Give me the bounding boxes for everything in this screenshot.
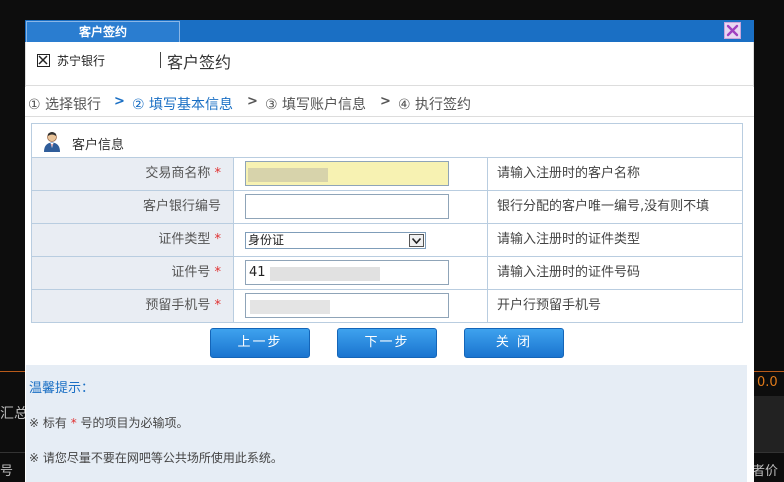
step-execute-sign: ④ 执行签约 [398, 97, 472, 113]
background-label: 汇总 [0, 406, 28, 422]
divider [25, 85, 754, 86]
background-label: 者价差 [752, 464, 779, 479]
notice-line-required: ※ 标有 * 号的项目为必输项。 [29, 416, 189, 430]
field-hint: 银行分配的客户唯一编号,没有则不填 [497, 199, 710, 214]
redacted-value [248, 168, 328, 182]
customer-sign-dialog: 客户签约 苏宁银行 客户签约 ① 选择银行 > ② 填写基本信息 > ③ 填写账… [25, 20, 754, 482]
chevron-right-icon: > [247, 94, 258, 109]
field-cell [235, 158, 488, 190]
section-title: 客户信息 [72, 138, 125, 153]
section-header: 客户信息 [32, 124, 742, 158]
person-icon [44, 132, 60, 152]
form-row-bank-number: 客户银行编号 银行分配的客户唯一编号,没有则不填 [32, 191, 742, 224]
customer-info-form: 客户信息 交易商名称 * 请输入注册时的客户名称 客户银行编号 银行分配的客户唯… [31, 123, 743, 323]
field-label: 客户银行编号 [32, 191, 234, 223]
page-title: 客户签约 [167, 53, 232, 72]
field-cell [235, 290, 488, 322]
step-basic-info: ② 填写基本信息 [132, 97, 234, 113]
step-account-info: ③ 填写账户信息 [265, 97, 367, 113]
field-cell: 41 [235, 257, 488, 289]
form-row-trader-name: 交易商名称 * 请输入注册时的客户名称 [32, 158, 742, 191]
close-button[interactable]: 关 闭 [464, 328, 564, 358]
bank-logo: 苏宁银行 [29, 46, 155, 86]
dialog-title-bar[interactable]: 客户签约 [25, 20, 754, 42]
close-icon[interactable] [724, 22, 741, 39]
field-label: 证件类型 * [32, 224, 234, 256]
form-row-phone: 预留手机号 * 开户行预留手机号 [32, 290, 742, 323]
field-cell [235, 191, 488, 223]
header-separator [160, 52, 161, 68]
redacted-value [250, 300, 330, 314]
step-select-bank: ① 选择银行 [28, 97, 102, 113]
field-hint: 请输入注册时的证件号码 [497, 265, 641, 280]
field-label: 交易商名称 * [32, 158, 234, 190]
background-label: 号 [0, 464, 14, 479]
form-row-id-number: 证件号 * 41 请输入注册时的证件号码 [32, 257, 742, 290]
id-type-select[interactable]: 身份证 [245, 232, 426, 249]
chevron-right-icon: > [380, 94, 391, 109]
notice-panel: 温馨提示： ※ 标有 * 号的项目为必输项。 ※ 请您尽量不要在网吧等公共场所使… [26, 365, 747, 482]
dialog-header: 苏宁银行 [25, 42, 754, 87]
chevron-right-icon: > [114, 94, 125, 109]
notice-line-security: ※ 请您尽量不要在网吧等公共场所使用此系统。 [29, 451, 283, 465]
chevron-down-icon[interactable] [409, 234, 424, 247]
field-hint: 请输入注册时的证件类型 [497, 232, 641, 247]
prev-step-button[interactable]: 上一步 [210, 328, 310, 358]
divider [25, 116, 754, 117]
bank-name: 苏宁银行 [57, 54, 106, 68]
bank-logo-icon [37, 54, 50, 67]
dialog-title: 客户签约 [26, 21, 180, 42]
field-label: 预留手机号 * [32, 290, 234, 322]
next-step-button[interactable]: 下一步 [337, 328, 437, 358]
redacted-value [270, 267, 380, 281]
form-row-id-type: 证件类型 * 身份证 请输入注册时的证件类型 [32, 224, 742, 257]
field-label: 证件号 * [32, 257, 234, 289]
field-hint: 请输入注册时的客户名称 [497, 166, 641, 181]
notice-title: 温馨提示： [29, 381, 95, 396]
field-cell: 身份证 [235, 224, 488, 256]
background-value: 0.0 [757, 375, 778, 390]
id-number-input[interactable]: 41 [245, 260, 449, 285]
trader-name-input[interactable] [245, 161, 449, 186]
field-hint: 开户行预留手机号 [497, 298, 602, 313]
bank-number-input[interactable] [245, 194, 449, 219]
background-panel [752, 396, 784, 452]
phone-input[interactable] [245, 293, 449, 318]
